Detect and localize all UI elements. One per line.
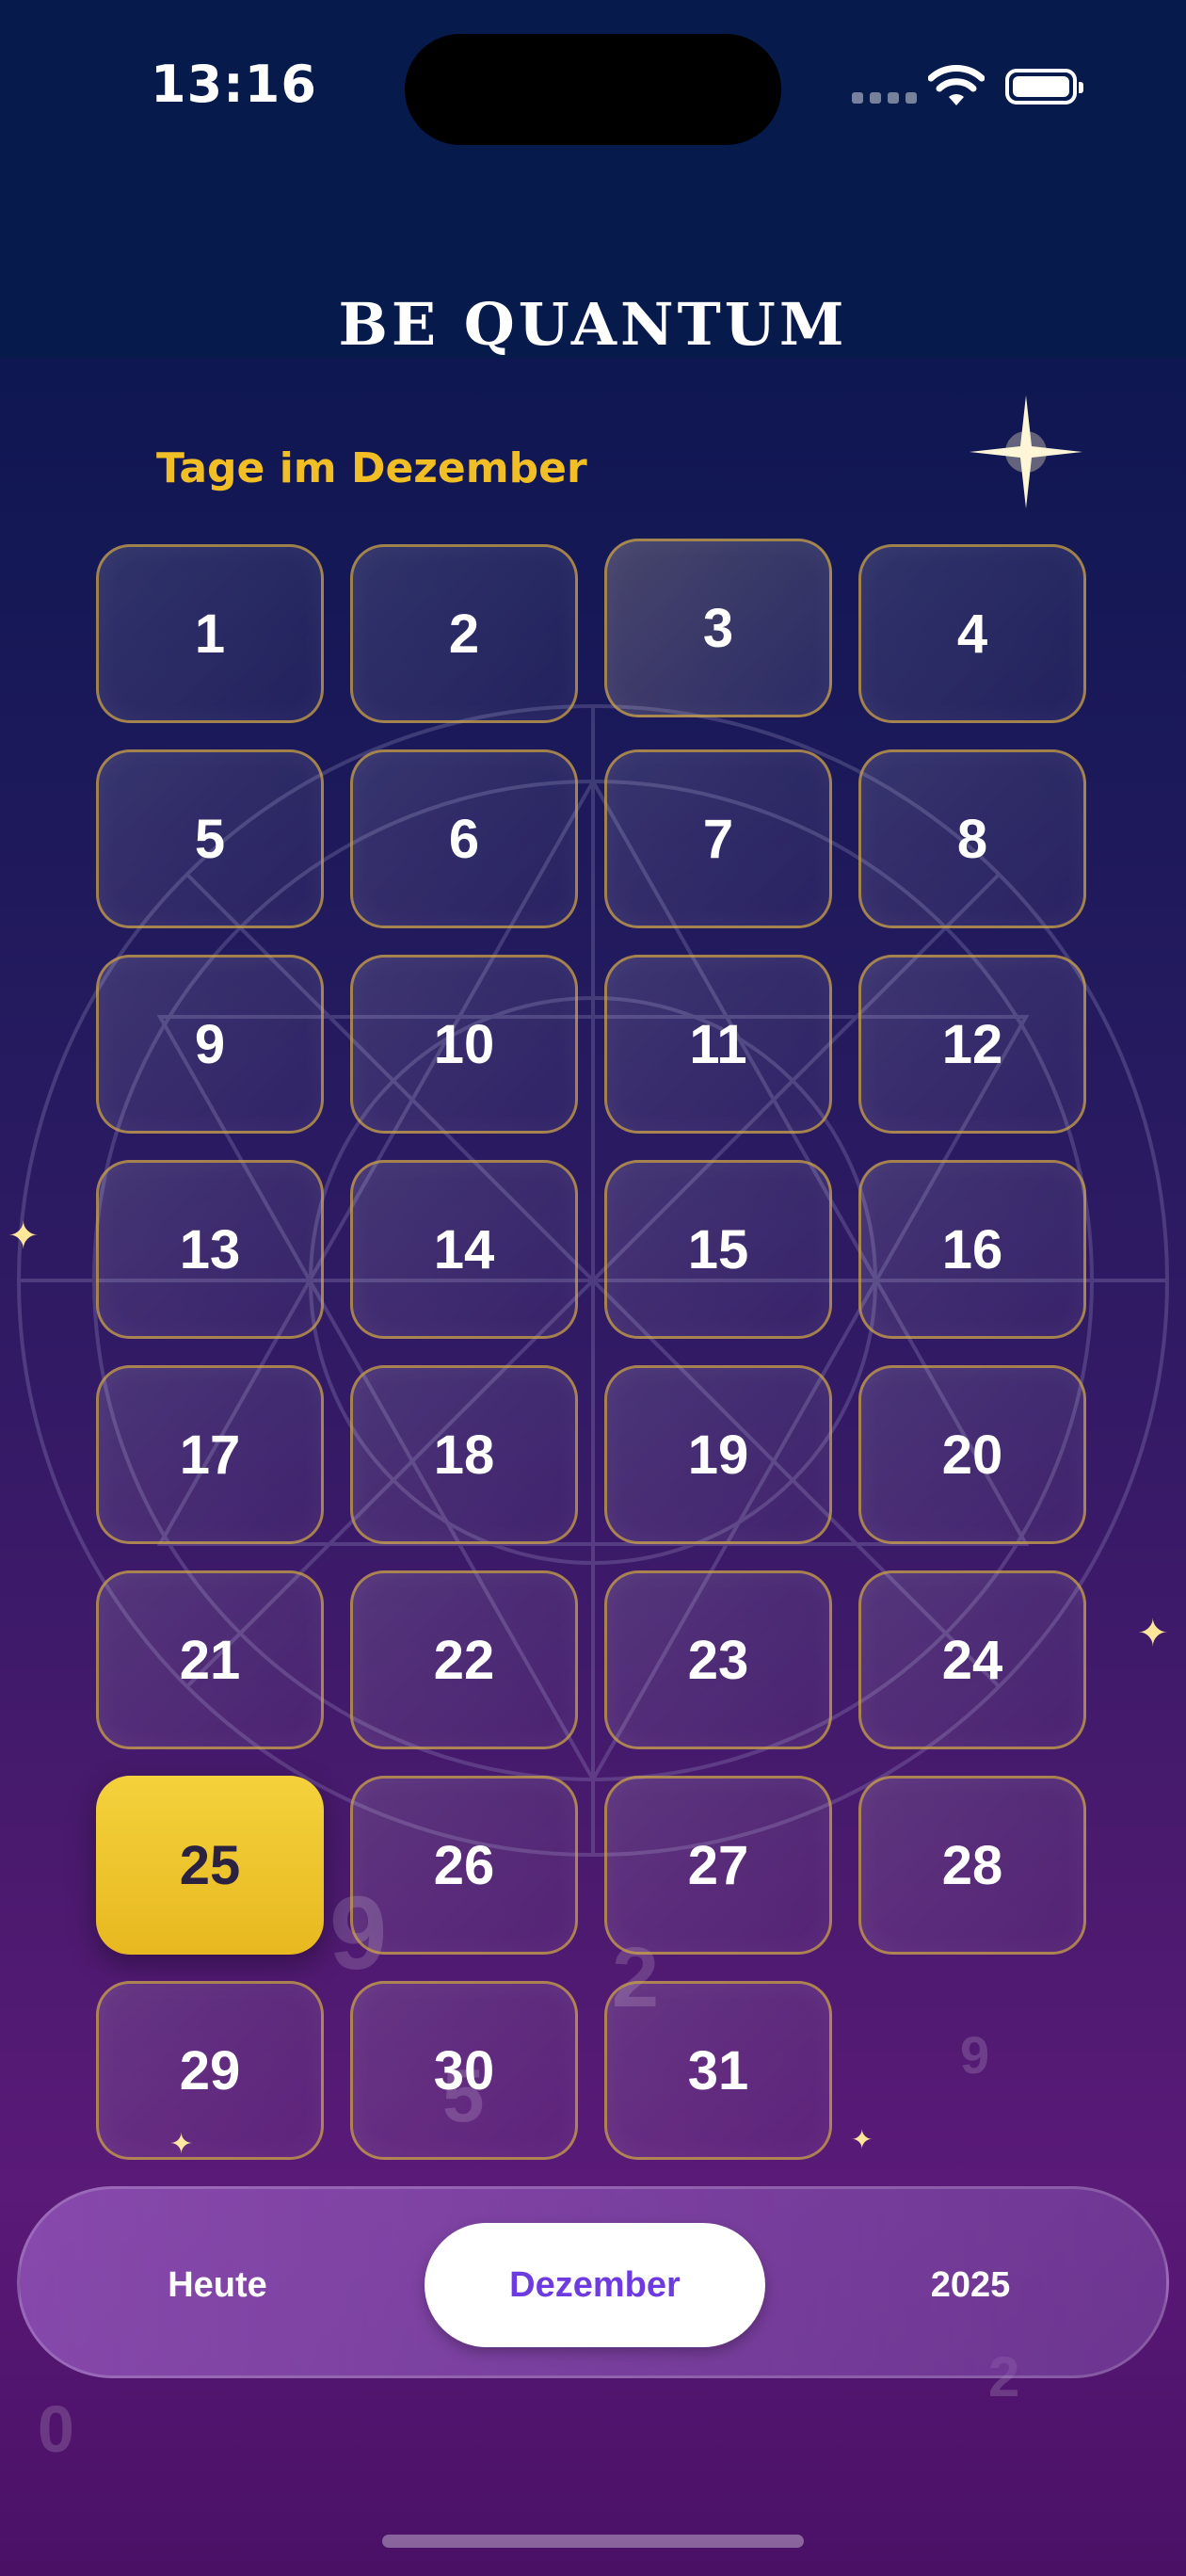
day-cell-21[interactable]: 21 — [96, 1570, 324, 1749]
day-cell-20[interactable]: 20 — [858, 1365, 1086, 1544]
day-cell-29[interactable]: 29 — [96, 1981, 324, 2160]
day-cell-5[interactable]: 5 — [96, 749, 324, 928]
decor-number: 0 — [38, 2392, 74, 2466]
day-cell-23[interactable]: 23 — [604, 1570, 832, 1749]
day-cell-24[interactable]: 24 — [858, 1570, 1086, 1749]
day-cell-1[interactable]: 1 — [96, 544, 324, 723]
day-cell-19[interactable]: 19 — [604, 1365, 832, 1544]
day-cell-6[interactable]: 6 — [350, 749, 578, 928]
sparkle-icon: ✦ — [8, 1215, 40, 1258]
day-cell-15[interactable]: 15 — [604, 1160, 832, 1339]
day-cell-31[interactable]: 31 — [604, 1981, 832, 2160]
cellular-signal-icon — [852, 92, 917, 104]
day-cell-16[interactable]: 16 — [858, 1160, 1086, 1339]
status-bar: 13:16 — [0, 0, 1186, 179]
day-cell-14[interactable]: 14 — [350, 1160, 578, 1339]
day-cell-18[interactable]: 18 — [350, 1365, 578, 1544]
day-cell-9[interactable]: 9 — [96, 955, 324, 1134]
section-title: Tage im Dezember — [156, 444, 587, 492]
day-cell-11[interactable]: 11 — [604, 955, 832, 1134]
bottom-tab-bar: Heute Dezember 2025 — [17, 2186, 1169, 2378]
day-cell-12[interactable]: 12 — [858, 955, 1086, 1134]
home-indicator — [382, 2535, 804, 2548]
status-time: 13:16 — [151, 55, 317, 114]
day-cell-22[interactable]: 22 — [350, 1570, 578, 1749]
sparkle-icon: ✦ — [1137, 1612, 1169, 1655]
sparkle-icon — [970, 395, 1082, 508]
decor-number: 9 — [960, 2025, 990, 2085]
day-cell-4[interactable]: 4 — [858, 544, 1086, 723]
brand-title: BE QUANTUM — [338, 290, 848, 359]
day-cell-8[interactable]: 8 — [858, 749, 1086, 928]
day-cell-25[interactable]: 25 — [96, 1776, 324, 1955]
tab-today[interactable]: Heute — [76, 2240, 359, 2330]
dynamic-island — [405, 34, 781, 145]
day-cell-28[interactable]: 28 — [858, 1776, 1086, 1955]
tab-december[interactable]: Dezember — [425, 2223, 765, 2347]
battery-icon — [1005, 69, 1083, 105]
day-cell-13[interactable]: 13 — [96, 1160, 324, 1339]
day-cell-17[interactable]: 17 — [96, 1365, 324, 1544]
day-cell-2[interactable]: 2 — [350, 544, 578, 723]
day-cell-30[interactable]: 30 — [350, 1981, 578, 2160]
day-cell-27[interactable]: 27 — [604, 1776, 832, 1955]
day-cell-10[interactable]: 10 — [350, 955, 578, 1134]
tab-year[interactable]: 2025 — [829, 2240, 1112, 2330]
sparkle-icon: ✦ — [851, 2124, 873, 2155]
day-cell-3[interactable]: 3 — [604, 539, 832, 717]
day-cell-7[interactable]: 7 — [604, 749, 832, 928]
wifi-icon — [928, 65, 985, 105]
day-cell-26[interactable]: 26 — [350, 1776, 578, 1955]
